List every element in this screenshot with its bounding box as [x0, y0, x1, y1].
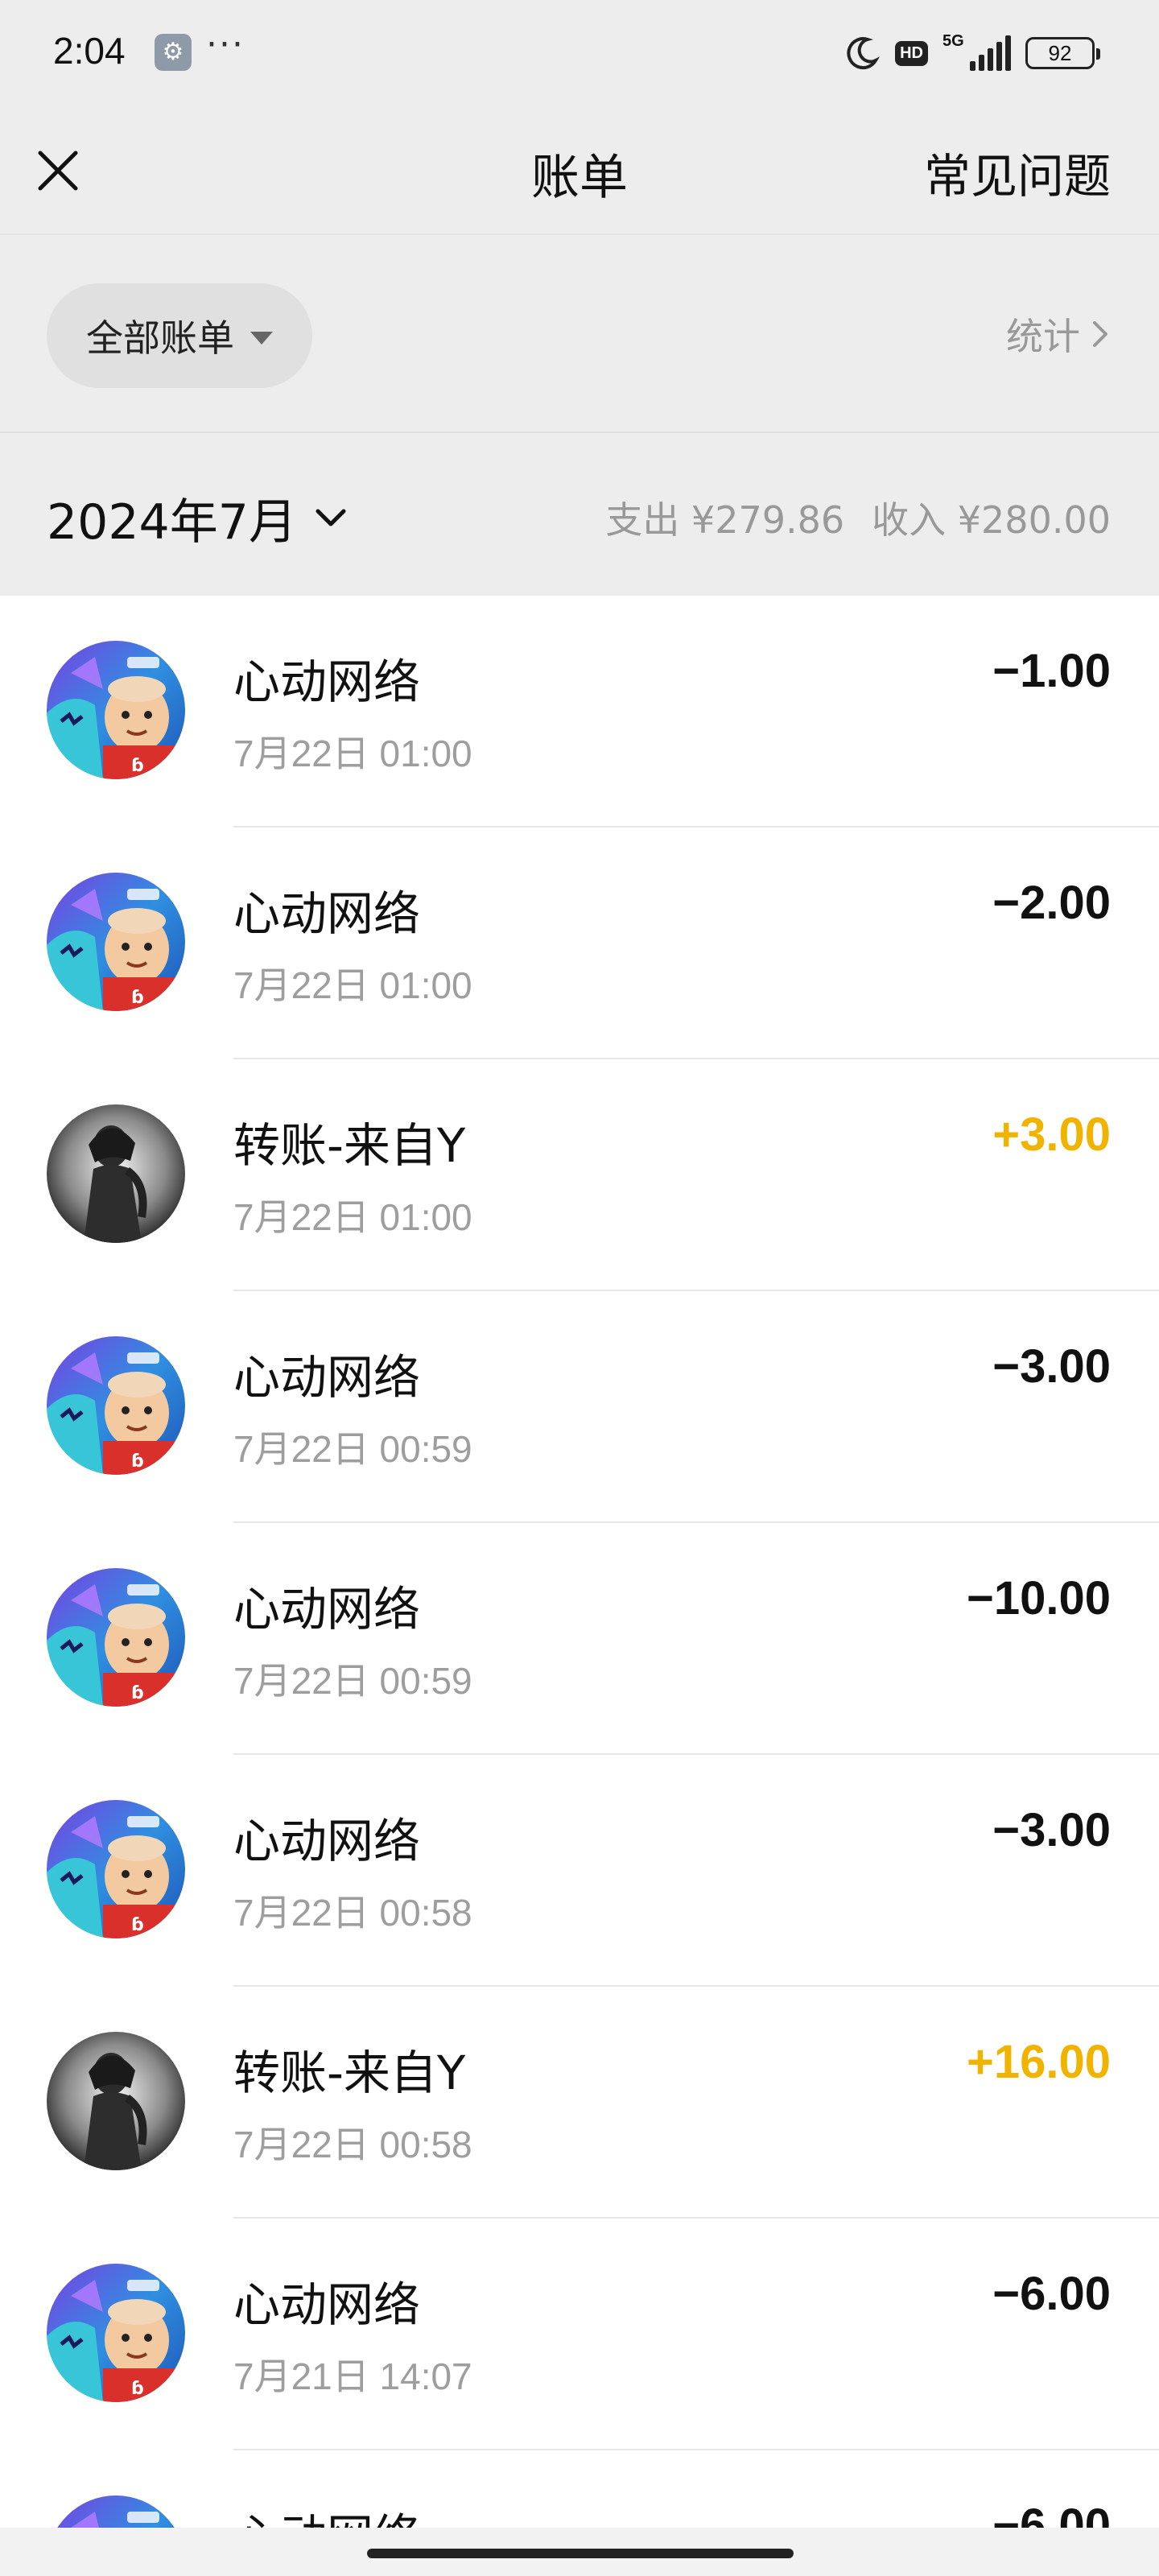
- transaction-time: 7月21日 14:07: [233, 2355, 472, 2397]
- income-total: 收入 ¥280.00: [872, 498, 1111, 542]
- transaction-name: 心动网络: [233, 1582, 421, 1637]
- transaction-row[interactable]: 心动网络 −6.00: [0, 2450, 1159, 2528]
- transaction-amount: −6.00: [992, 2268, 1111, 2320]
- status-time: 2:04: [53, 30, 126, 72]
- transaction-row[interactable]: 心动网络 7月22日 00:58 −3.00: [0, 1755, 1159, 1987]
- signal-icon: 5G: [942, 32, 1011, 71]
- transaction-time: 7月22日 00:58: [233, 2124, 472, 2165]
- expense-total: 支出 ¥279.86: [605, 498, 845, 542]
- transaction-row[interactable]: 心动网络 7月22日 00:59 −10.00: [0, 1523, 1159, 1755]
- transaction-amount: −10.00: [966, 1572, 1111, 1624]
- transaction-amount: +3.00: [992, 1108, 1111, 1161]
- transaction-time: 7月22日 00:59: [233, 1428, 472, 1470]
- transaction-name: 心动网络: [233, 1814, 421, 1868]
- moon-icon: [847, 37, 881, 70]
- transaction-time: 7月22日 00:59: [233, 1660, 472, 1702]
- game-avatar-icon: [47, 873, 185, 1011]
- transaction-list: 心动网络 7月22日 01:00 −1.00 心动网络 7月22日 01:00 −2.00…: [0, 596, 1159, 2528]
- game-avatar-icon: [47, 1568, 185, 1707]
- more-dots-icon: ···: [206, 24, 245, 65]
- bill-filter-label: 全部账单: [86, 316, 234, 360]
- transaction-name: 心动网络: [233, 2277, 421, 2332]
- transaction-amount: −6.00: [992, 2500, 1111, 2528]
- transaction-amount: +16.00: [966, 2036, 1111, 2088]
- game-avatar-icon: [47, 1336, 185, 1475]
- month-summary: 支出 ¥279.86 收入 ¥280.00: [605, 491, 1111, 544]
- transaction-amount: −3.00: [992, 1340, 1111, 1393]
- game-avatar-icon: [47, 641, 185, 779]
- transaction-name: 心动网络: [233, 2499, 420, 2528]
- transaction-name: 心动网络: [233, 886, 421, 941]
- network-label: 5G: [942, 32, 964, 50]
- transaction-row[interactable]: 转账-来自Y 7月22日 00:58 +16.00: [0, 1987, 1159, 2219]
- caret-down-icon: [250, 332, 273, 345]
- status-indicators: HD 5G 92: [843, 31, 1100, 76]
- transaction-time: 7月22日 01:00: [233, 733, 472, 774]
- transaction-row[interactable]: 心动网络 7月22日 00:59 −3.00: [0, 1291, 1159, 1523]
- chevron-down-icon: [316, 509, 346, 526]
- person-avatar-icon: [47, 1104, 185, 1243]
- person-avatar-icon: [47, 2032, 185, 2170]
- transaction-row[interactable]: 心动网络 7月21日 14:07 −6.00: [0, 2219, 1159, 2450]
- game-avatar-icon: [47, 2264, 185, 2402]
- gesture-area: [0, 2528, 1159, 2576]
- wrench-icon: ⚙: [155, 34, 192, 71]
- nav-bar: 账单 常见问题: [0, 105, 1159, 235]
- transaction-amount: −1.00: [992, 645, 1111, 697]
- stats-link[interactable]: 统计: [1006, 308, 1111, 361]
- filter-row: 全部账单 统计: [0, 237, 1159, 433]
- transaction-time: 7月22日 01:00: [233, 964, 472, 1006]
- transaction-name: 心动网络: [233, 654, 421, 709]
- battery-level: 92: [1048, 41, 1072, 65]
- transaction-amount: −3.00: [992, 1804, 1111, 1856]
- transaction-name: 转账-来自Y: [233, 1118, 466, 1173]
- stats-label: 统计: [1006, 315, 1080, 358]
- game-avatar-icon: [47, 2496, 185, 2528]
- bill-filter-dropdown[interactable]: 全部账单: [47, 283, 312, 388]
- chevron-right-icon: [1093, 321, 1107, 347]
- game-avatar-icon: [47, 1800, 185, 1938]
- month-selector[interactable]: 2024年7月: [47, 483, 349, 553]
- hd-icon: HD: [895, 40, 928, 66]
- transaction-time: 7月22日 00:58: [233, 1892, 472, 1934]
- battery-icon: 92: [1025, 37, 1100, 69]
- status-bar: 2:04 ⚙ ··· HD 5G 92: [0, 0, 1159, 105]
- month-label: 2024年7月: [47, 494, 297, 551]
- transaction-row[interactable]: 心动网络 7月22日 01:00 −2.00: [0, 828, 1159, 1059]
- transaction-row[interactable]: 心动网络 7月22日 01:00 −1.00: [0, 596, 1159, 828]
- transaction-name: 转账-来自Y: [233, 2046, 466, 2100]
- month-header: 2024年7月 支出 ¥279.86 收入 ¥280.00: [0, 435, 1159, 596]
- home-gesture-bar[interactable]: [367, 2549, 794, 2558]
- transaction-name: 心动网络: [233, 1350, 421, 1405]
- faq-link[interactable]: 常见问题: [924, 138, 1111, 206]
- transaction-amount: −2.00: [992, 877, 1111, 929]
- transaction-time: 7月22日 01:00: [233, 1196, 472, 1238]
- transaction-row[interactable]: 转账-来自Y 7月22日 01:00 +3.00: [0, 1059, 1159, 1291]
